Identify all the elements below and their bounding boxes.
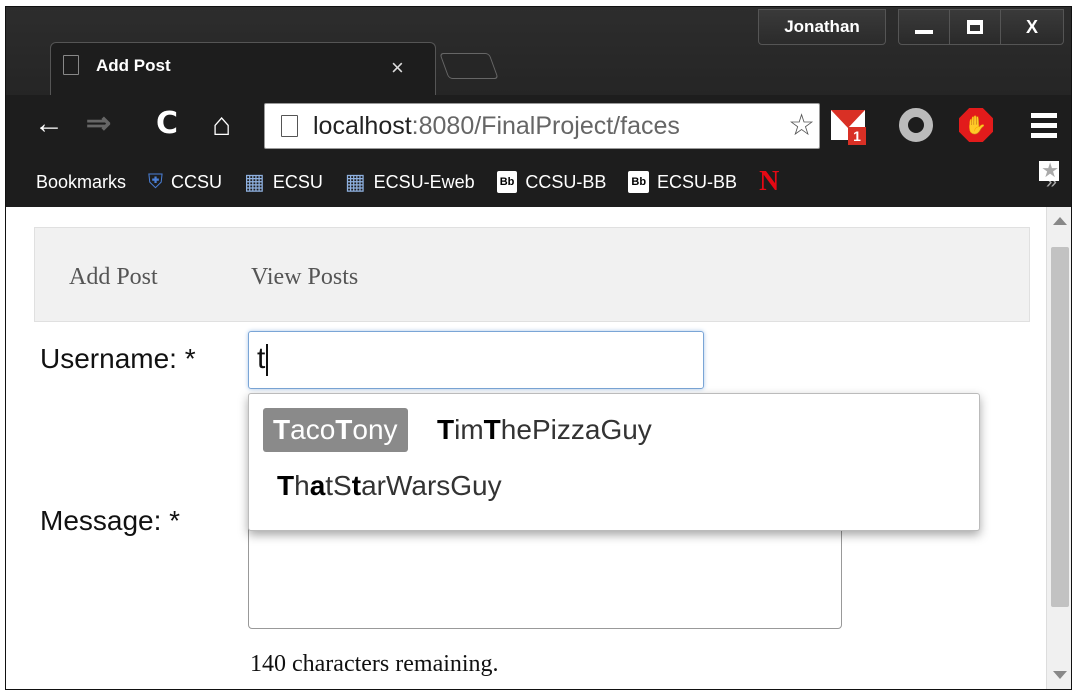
characters-remaining: 140 characters remaining.: [250, 651, 499, 677]
bookmarks-bar: ★ Bookmarks ⛨ CCSU ▦ ECSU ▦ ECSU-Eweb Bb CCSU…: [6, 157, 1071, 207]
menu-bar-icon: [1031, 132, 1057, 138]
back-icon[interactable]: ←: [34, 109, 64, 139]
suggestion-item[interactable]: TacoTony: [263, 408, 408, 452]
url-text: localhost:8080/FinalProject/faces: [313, 112, 680, 140]
close-window-button[interactable]: X: [1000, 9, 1064, 45]
gmail-badge: 1: [848, 127, 866, 145]
maximize-button[interactable]: [949, 9, 1001, 45]
tab-close-icon[interactable]: ×: [391, 55, 404, 81]
minimize-icon: [915, 30, 933, 34]
new-tab-button[interactable]: [439, 53, 499, 79]
bookmark-ecsu-bb[interactable]: Bb ECSU-BB: [628, 171, 737, 193]
suggestion-item[interactable]: ThatStarWarsGuy: [267, 464, 512, 508]
bookmark-ccsu[interactable]: ⛨ CCSU: [148, 172, 222, 193]
bookmark-ccsu-bb[interactable]: Bb CCSU-BB: [496, 171, 606, 193]
netflix-bookmark-icon[interactable]: N: [759, 166, 779, 198]
menu-button[interactable]: [1024, 103, 1064, 147]
text-caret: [266, 344, 268, 377]
page-icon: [281, 115, 298, 137]
bookmark-star-icon[interactable]: ☆: [786, 108, 815, 143]
username-label: Username: *: [40, 343, 196, 374]
message-label: Message: *: [40, 505, 181, 536]
title-bar: Jonathan X Add Post ×: [6, 7, 1071, 95]
building-icon: ▦: [244, 169, 265, 194]
bookmark-bookmarks[interactable]: ★ Bookmarks: [36, 161, 1059, 193]
username-input[interactable]: t: [248, 331, 704, 389]
tab-title: Add Post: [96, 56, 171, 75]
page-icon: [63, 55, 79, 75]
bookmark-ecsu-eweb[interactable]: ▦ ECSU-Eweb: [344, 169, 475, 194]
page-content: Add Post View Posts Username: * t Messag…: [6, 207, 1071, 689]
profile-button[interactable]: Jonathan: [758, 9, 886, 45]
forward-icon[interactable]: ⇒: [86, 109, 111, 139]
nav-add-post-link[interactable]: Add Post: [69, 264, 158, 291]
adblock-extension[interactable]: ✋: [956, 103, 996, 147]
bookmark-ecsu[interactable]: ▦ ECSU: [244, 169, 323, 194]
reload-icon[interactable]: C: [156, 109, 178, 139]
menu-bar-icon: [1031, 112, 1057, 118]
circle-icon: [899, 108, 933, 142]
gmail-extension[interactable]: 1: [828, 103, 868, 147]
site-navbar: Add Post View Posts: [34, 227, 1030, 322]
opera-extension[interactable]: [896, 103, 936, 147]
shield-icon: ⛨: [148, 171, 164, 193]
scroll-up-icon[interactable]: [1053, 217, 1067, 225]
blackboard-icon: Bb: [496, 171, 518, 193]
star-icon: ★: [1039, 160, 1059, 182]
home-icon[interactable]: ⌂: [212, 108, 231, 140]
stop-hand-icon: ✋: [959, 108, 993, 142]
autocomplete-dropdown: TacoTony TimThePizzaGuy ThatStarWarsGuy: [248, 393, 980, 531]
menu-bar-icon: [1031, 122, 1057, 128]
vertical-scrollbar[interactable]: [1046, 207, 1071, 689]
scroll-down-icon[interactable]: [1053, 671, 1067, 679]
building-icon: ▦: [344, 169, 366, 194]
browser-window: Jonathan X Add Post × ← ⇒ C ⌂ localhost:…: [5, 6, 1072, 690]
maximize-icon: [967, 20, 983, 34]
blackboard-icon: Bb: [628, 171, 650, 193]
tab-add-post[interactable]: Add Post ×: [50, 42, 436, 95]
scroll-thumb[interactable]: [1051, 247, 1069, 607]
minimize-button[interactable]: [898, 9, 950, 45]
nav-view-posts-link[interactable]: View Posts: [251, 264, 358, 291]
toolbar: ← ⇒ C ⌂ localhost:8080/FinalProject/face…: [6, 95, 1071, 157]
address-bar[interactable]: localhost:8080/FinalProject/faces ☆: [264, 103, 820, 149]
suggestion-item[interactable]: TimThePizzaGuy: [427, 408, 662, 452]
